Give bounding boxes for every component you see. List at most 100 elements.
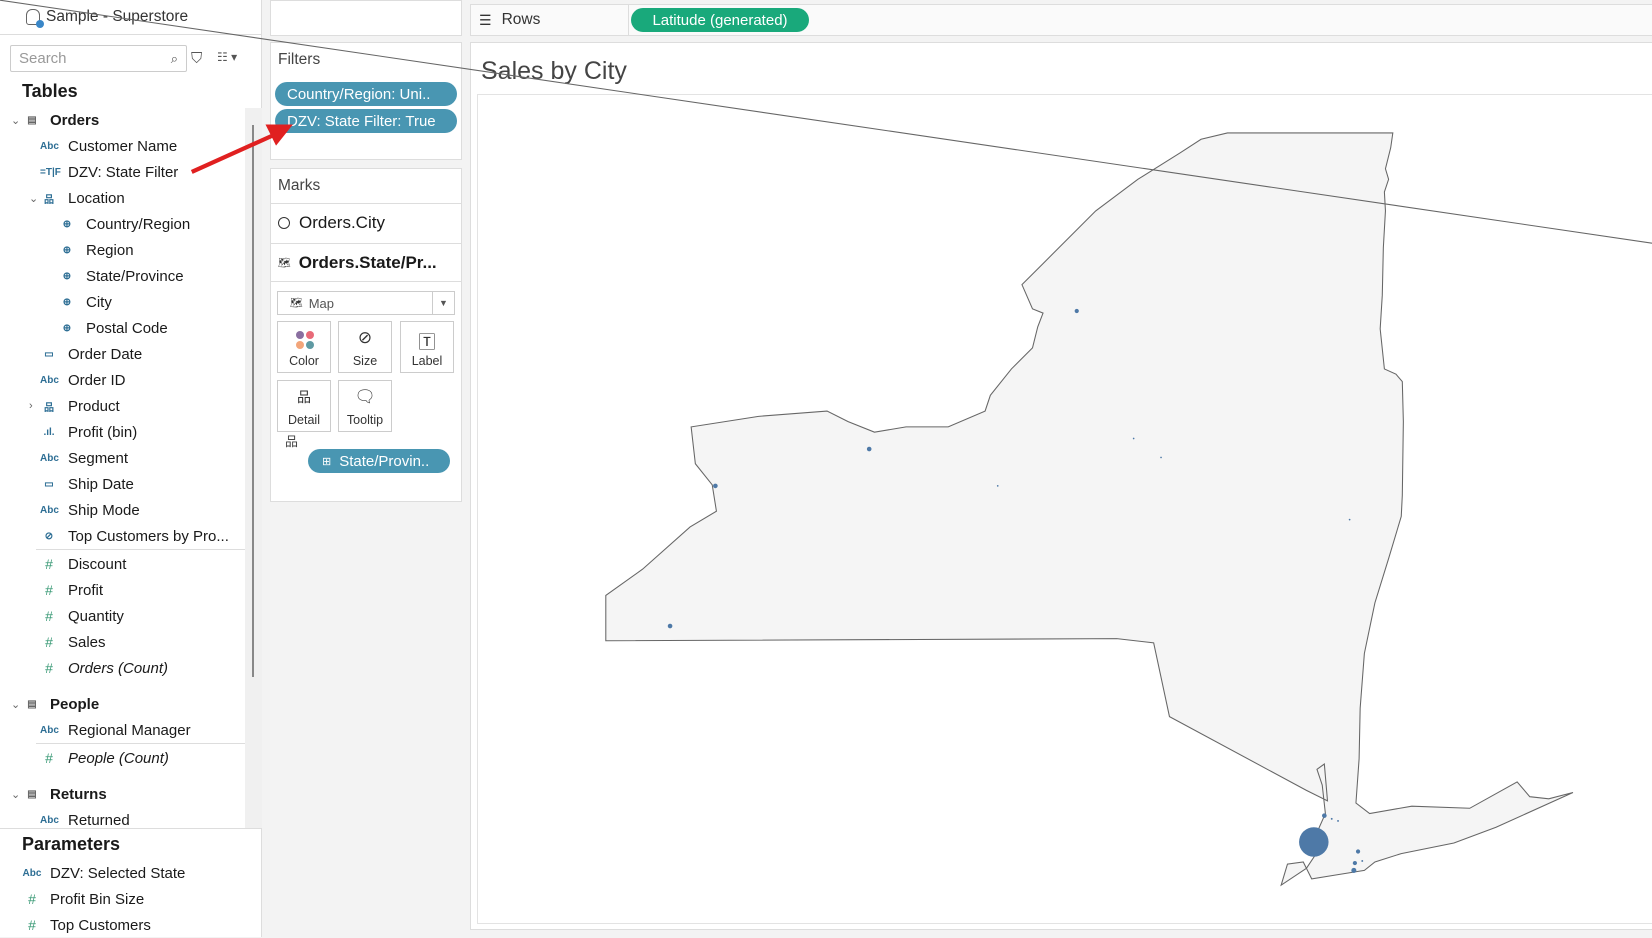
field-item[interactable]: Abc Ship Mode [0,497,245,523]
color-button[interactable]: Color [277,321,331,373]
field-label: Ship Mode [68,501,140,519]
viz-sheet: Sales by City [470,42,1652,930]
field-type-icon: ▤ [27,788,37,800]
chevron-down-icon[interactable]: ⌄ [11,698,20,711]
field-item[interactable]: ⊕ Postal Code [0,315,245,341]
field-label: Discount [68,555,127,573]
field-item[interactable]: .ıl. Profit (bin) [0,419,245,445]
field-item[interactable]: ⊕ Country/Region [0,211,245,237]
data-pane: Sample - Superstore Search ⌕ ⛉ ☷ ▾ Tables… [0,0,262,937]
table-people[interactable]: ⌄ ▤ People [0,691,245,717]
field-type-icon: Abc [40,140,59,152]
marks-heading: Marks [278,177,321,194]
parameter-item[interactable]: # Profit Bin Size [0,886,262,912]
field-item[interactable]: Abc Customer Name [0,133,245,159]
field-item[interactable]: # Discount [0,551,245,577]
field-item[interactable]: # People (Count) [0,745,245,771]
number-type-icon: # [28,891,36,907]
table-returns[interactable]: ⌄ ▤ Returns [0,781,245,807]
field-type-icon: ⊕ [62,296,72,308]
field-item[interactable]: # Quantity [0,603,245,629]
tooltip-button[interactable]: 🗨 Tooltip [338,380,392,432]
marks-layer-state[interactable]: 🗺 Orders.State/Pr... [278,253,437,273]
rows-shelf[interactable]: ☰ Rows Latitude (generated) [470,4,1652,36]
field-item[interactable]: › 品 Product [0,393,245,419]
button-label: Tooltip [346,413,384,427]
field-type-icon: # [45,750,53,766]
field-item[interactable]: Abc Order ID [0,367,245,393]
field-label: Customer Name [68,137,178,155]
map-frame[interactable] [477,94,1652,924]
tooltip-icon: 🗨 [354,387,376,406]
field-label: Regional Manager [68,721,191,739]
field-type-icon: ▭ [44,348,54,360]
mark-type-dropdown[interactable]: 🗺 Map ▼ [277,291,455,315]
field-type-icon: .ıl. [43,426,55,438]
field-label: Profit (bin) [68,423,138,441]
field-item[interactable]: ▭ Ship Date [0,471,245,497]
detail-pill-state[interactable]: ⊞ State/Provin.. [308,449,450,473]
divider [271,281,461,282]
label-button[interactable]: 🅃 Label [400,321,454,373]
field-type-icon: ⊕ [62,270,72,282]
field-type-icon: # [45,660,53,676]
field-label: Ship Date [68,475,134,493]
marks-layer-city[interactable]: Orders.City [278,213,385,233]
field-item[interactable]: ▭ Order Date [0,341,245,367]
field-item[interactable]: ⊘ Top Customers by Pro... [0,523,245,549]
chevron-down-icon[interactable]: ⌄ [11,114,20,127]
parameter-label: DZV: Selected State [50,864,186,882]
field-item[interactable]: =T|F DZV: State Filter [0,159,245,185]
view-options-icon[interactable]: ☷ ▾ [217,50,237,64]
field-item[interactable]: # Orders (Count) [0,655,245,681]
field-item[interactable]: ⊕ Region [0,237,245,263]
pill-label: State/Provin.. [339,452,430,470]
datasource-header[interactable]: Sample - Superstore [0,0,262,35]
rows-label: ☰ Rows [471,5,629,35]
button-label: Detail [288,413,320,427]
parameter-item[interactable]: Abc DZV: Selected State [0,860,262,886]
chevron-down-icon[interactable]: ⌄ [29,192,38,205]
rows-icon: ☰ [479,11,492,28]
field-label: Region [86,241,134,259]
field-type-icon: ⊘ [44,530,54,542]
detail-button[interactable]: 品 Detail [277,380,331,432]
field-label: State/Province [86,267,184,285]
scrollbar-thumb[interactable] [252,125,254,677]
field-item[interactable]: # Sales [0,629,245,655]
field-item[interactable]: ⊕ State/Province [0,263,245,289]
filter-icon[interactable]: ⛉ [191,50,202,67]
field-item[interactable]: Abc Segment [0,445,245,471]
field-item[interactable]: ⊕ City [0,289,245,315]
size-button[interactable]: ⊘ Size [338,321,392,373]
filters-heading: Filters [278,51,321,68]
field-item[interactable]: Abc Returned [0,807,245,829]
field-type-icon: ⊕ [62,218,72,230]
field-label: Returns [50,785,107,803]
table-orders[interactable]: ⌄ ▤ Orders [0,107,245,133]
parameter-label: Top Customers [50,916,151,934]
field-type-icon: ⊕ [62,322,72,334]
field-label: Returned [68,811,130,829]
field-label: People [50,695,100,713]
chevron-right-icon[interactable]: › [29,400,33,412]
search-input[interactable]: Search ⌕ [10,45,187,72]
filter-pill-country[interactable]: Country/Region: Uni.. [275,82,457,106]
divider [271,203,461,204]
pages-shelf[interactable] [270,0,462,36]
field-type-icon: ▭ [44,478,54,490]
viz-title: Sales by City [481,57,627,85]
filter-pill-state-filter[interactable]: DZV: State Filter: True [275,109,457,133]
field-label: DZV: State Filter [68,163,179,181]
number-type-icon: # [28,917,36,933]
parameter-item[interactable]: # Top Customers [0,912,262,938]
chevron-down-icon[interactable]: ⌄ [11,788,20,801]
field-item[interactable]: Abc Regional Manager [0,717,245,743]
field-type-icon: Abc [40,724,59,736]
field-item[interactable]: ⌄ 品 Location [0,185,245,211]
field-item[interactable]: # Profit [0,577,245,603]
rows-pill-latitude[interactable]: Latitude (generated) [631,8,809,32]
field-label: Postal Code [86,319,168,337]
layer-label: Orders.City [299,213,385,232]
field-label: Product [68,397,120,415]
